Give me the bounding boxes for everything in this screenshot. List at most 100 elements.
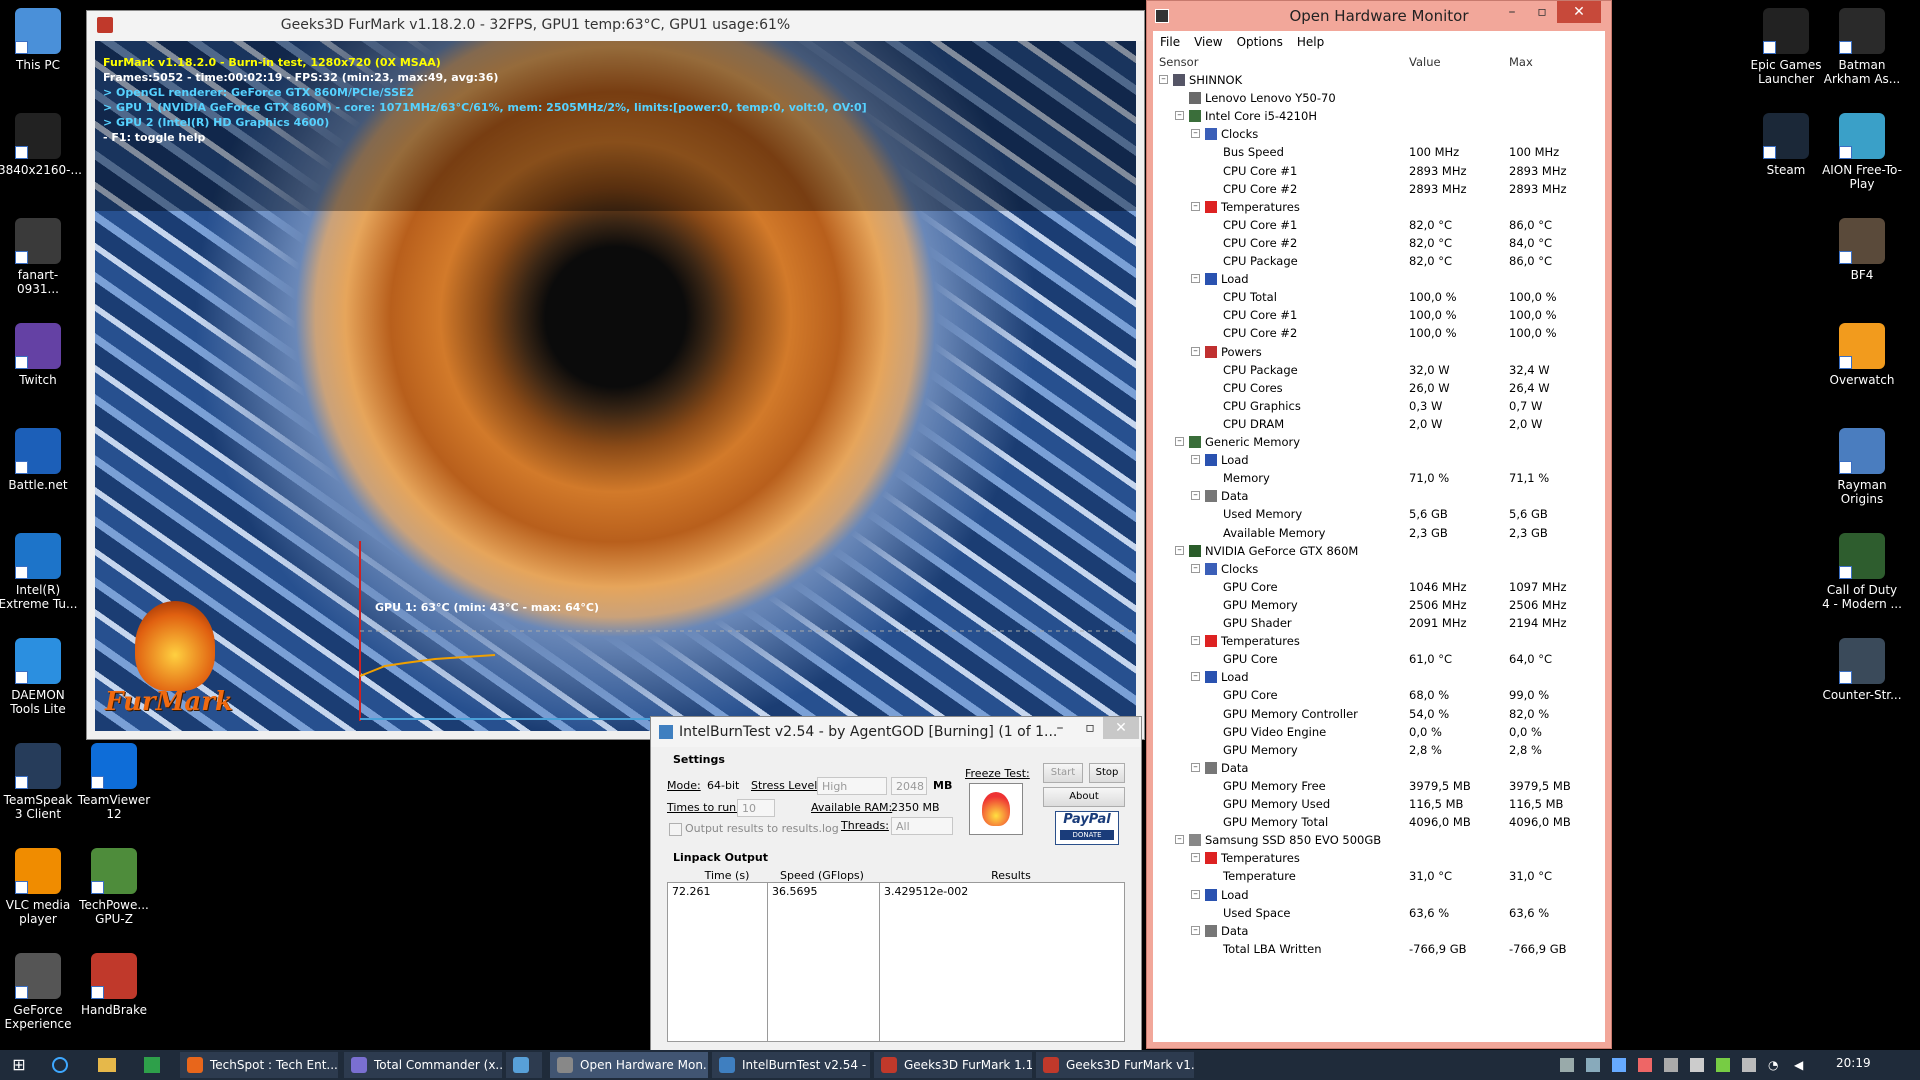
about-button[interactable]: About <box>1043 787 1125 807</box>
taskbar-button[interactable]: Open Hardware Mon... <box>550 1052 708 1078</box>
tray-icon[interactable] <box>1690 1058 1704 1072</box>
desktop-icon-right-2[interactable]: Steam <box>1746 113 1826 177</box>
sensor-row[interactable]: Bus Speed 100 MHz 100 MHz <box>1153 143 1605 161</box>
ohm-minimize-button[interactable]: – <box>1497 1 1527 23</box>
collapse-toggle-icon[interactable]: – <box>1191 201 1200 211</box>
sensor-row[interactable]: CPU Core #2 100,0 % 100,0 % <box>1153 324 1605 342</box>
sensor-row[interactable]: GPU Shader 2091 MHz 2194 MHz <box>1153 614 1605 632</box>
sensor-row[interactable]: Temperature 31,0 °C 31,0 °C <box>1153 867 1605 885</box>
open-hardware-monitor-window[interactable]: Open Hardware Monitor – ▫ ✕ File View Opti… <box>1146 0 1612 1049</box>
desktop-icon-8[interactable]: VLC media player <box>0 848 78 926</box>
tray-icon[interactable] <box>1664 1058 1678 1072</box>
desktop-icon-col2b-0[interactable]: TechPowe... GPU-Z <box>74 848 154 926</box>
sensor-row[interactable]: Lenovo Lenovo Y50-70 <box>1153 89 1605 107</box>
collapse-toggle-icon[interactable]: – <box>1191 274 1200 284</box>
collapse-toggle-icon[interactable]: – <box>1191 129 1200 139</box>
desktop-icon-5[interactable]: Intel(R) Extreme Tu... <box>0 533 78 611</box>
memory-size-input[interactable]: 2048 <box>891 777 927 795</box>
store-icon[interactable] <box>144 1057 160 1073</box>
header-value[interactable]: Value <box>1409 53 1441 71</box>
tray-icon[interactable] <box>1612 1058 1626 1072</box>
desktop-icon-3[interactable]: Twitch <box>0 323 78 387</box>
stop-button[interactable]: Stop <box>1089 763 1125 783</box>
tray-icon[interactable] <box>1560 1058 1574 1072</box>
sensor-row[interactable]: GPU Memory 2,8 % 2,8 % <box>1153 741 1605 759</box>
sensor-row[interactable]: CPU Graphics 0,3 W 0,7 W <box>1153 397 1605 415</box>
sensor-row[interactable]: Used Space 63,6 % 63,6 % <box>1153 904 1605 922</box>
sensor-row[interactable]: GPU Memory 2506 MHz 2506 MHz <box>1153 596 1605 614</box>
sensor-row[interactable]: – NVIDIA GeForce GTX 860M <box>1153 542 1605 560</box>
ohm-maximize-button[interactable]: ▫ <box>1527 1 1557 23</box>
taskbar-button[interactable]: IntelBurnTest v2.54 - ... <box>712 1052 870 1078</box>
sensor-row[interactable]: – Clocks <box>1153 560 1605 578</box>
volume-icon[interactable]: ◀ <box>1794 1058 1808 1072</box>
desktop-icon-col2-0[interactable]: TeamViewer 12 <box>74 743 154 821</box>
desktop-icon-2[interactable]: fanart-0931... <box>0 218 78 296</box>
sensor-row[interactable]: GPU Core 61,0 °C 64,0 °C <box>1153 650 1605 668</box>
collapse-toggle-icon[interactable]: – <box>1191 762 1200 772</box>
stress-level-select[interactable]: High <box>817 777 887 795</box>
desktop-icon-right-4[interactable]: BF4 <box>1822 218 1902 282</box>
furmark-window[interactable]: Geeks3D FurMark v1.18.2.0 - 32FPS, GPU1 … <box>86 10 1145 740</box>
furmark-titlebar[interactable]: Geeks3D FurMark v1.18.2.0 - 32FPS, GPU1 … <box>87 11 1144 41</box>
file-explorer-icon[interactable] <box>98 1058 116 1072</box>
sensor-row[interactable]: GPU Core 68,0 % 99,0 % <box>1153 686 1605 704</box>
sensor-row[interactable]: CPU Total 100,0 % 100,0 % <box>1153 288 1605 306</box>
paypal-donate-button[interactable]: PayPal DONATE <box>1055 811 1119 845</box>
sensor-row[interactable]: Used Memory 5,6 GB 5,6 GB <box>1153 505 1605 523</box>
sensor-row[interactable]: GPU Memory Total 4096,0 MB 4096,0 MB <box>1153 813 1605 831</box>
desktop-icon-col2b-1[interactable]: HandBrake <box>74 953 154 1017</box>
sensor-row[interactable]: – Temperatures <box>1153 632 1605 650</box>
sensor-row[interactable]: – Data <box>1153 759 1605 777</box>
tray-icon[interactable] <box>1638 1058 1652 1072</box>
wifi-icon[interactable]: ◔ <box>1768 1058 1782 1072</box>
collapse-toggle-icon[interactable]: – <box>1191 853 1200 863</box>
sensor-row[interactable]: – Generic Memory <box>1153 433 1605 451</box>
sensor-row[interactable]: – Clocks <box>1153 125 1605 143</box>
linpack-output-table[interactable]: 72.261 36.5695 3.429512e-002 <box>667 882 1125 1042</box>
tray-clock[interactable]: 20:19 <box>1836 1056 1871 1070</box>
ie-icon[interactable] <box>52 1057 68 1073</box>
desktop-icon-1[interactable]: 3840x2160-... <box>0 113 82 177</box>
tray-icon[interactable] <box>1716 1058 1730 1072</box>
collapse-toggle-icon[interactable]: – <box>1191 455 1200 465</box>
header-max[interactable]: Max <box>1509 53 1533 71</box>
desktop-icon-right-8[interactable]: Counter-Str... <box>1822 638 1902 702</box>
sensor-row[interactable]: CPU Core #2 2893 MHz 2893 MHz <box>1153 180 1605 198</box>
collapse-toggle-icon[interactable]: – <box>1175 545 1184 555</box>
collapse-toggle-icon[interactable]: – <box>1191 636 1200 646</box>
tray-icon[interactable] <box>1586 1058 1600 1072</box>
menu-file[interactable]: File <box>1153 31 1187 49</box>
desktop-icon-right-1[interactable]: Batman Arkham As... <box>1822 8 1902 86</box>
start-button[interactable]: Start <box>1043 763 1083 783</box>
sensor-row[interactable]: – Powers <box>1153 343 1605 361</box>
desktop-icon-right-6[interactable]: Rayman Origins <box>1822 428 1902 506</box>
sensor-row[interactable]: CPU Core #1 2893 MHz 2893 MHz <box>1153 162 1605 180</box>
desktop-icon-6[interactable]: DAEMON Tools Lite <box>0 638 78 716</box>
desktop-icon-7[interactable]: TeamSpeak 3 Client <box>0 743 78 821</box>
sensor-row[interactable]: – Intel Core i5-4210H <box>1153 107 1605 125</box>
sensor-row[interactable]: – Samsung SSD 850 EVO 500GB <box>1153 831 1605 849</box>
sensor-tree[interactable]: Sensor Value Max – SHINNOK Lenovo Lenovo Y… <box>1153 53 1605 1042</box>
ibt-maximize-button[interactable]: ▫ <box>1075 717 1105 739</box>
collapse-toggle-icon[interactable]: – <box>1191 346 1200 356</box>
times-to-run-input[interactable]: 10 <box>737 799 775 817</box>
furmark-render-canvas[interactable]: FurMark v1.18.2.0 - Burn-in test, 1280x7… <box>95 41 1136 731</box>
sensor-row[interactable]: GPU Video Engine 0,0 % 0,0 % <box>1153 723 1605 741</box>
sensor-row[interactable]: CPU Core #1 100,0 % 100,0 % <box>1153 306 1605 324</box>
menu-options[interactable]: Options <box>1230 31 1290 49</box>
sensor-row[interactable]: – Load <box>1153 886 1605 904</box>
desktop-icon-4[interactable]: Battle.net <box>0 428 78 492</box>
desktop-icon-9[interactable]: GeForce Experience <box>0 953 78 1031</box>
sensor-row[interactable]: – Data <box>1153 922 1605 940</box>
threads-select[interactable]: All <box>891 817 953 835</box>
sensor-row[interactable]: Available Memory 2,3 GB 2,3 GB <box>1153 524 1605 542</box>
taskbar-button[interactable]: Geeks3D FurMark 1.1... <box>874 1052 1032 1078</box>
ibt-close-button[interactable]: ✕ <box>1103 717 1139 739</box>
taskbar-button[interactable]: TechSpot : Tech Ent... <box>180 1052 338 1078</box>
sensor-row[interactable]: – Load <box>1153 270 1605 288</box>
collapse-toggle-icon[interactable]: – <box>1175 111 1184 121</box>
freeze-test-button[interactable] <box>969 783 1023 835</box>
sensor-row[interactable]: CPU Package 82,0 °C 86,0 °C <box>1153 252 1605 270</box>
collapse-toggle-icon[interactable]: – <box>1191 563 1200 573</box>
